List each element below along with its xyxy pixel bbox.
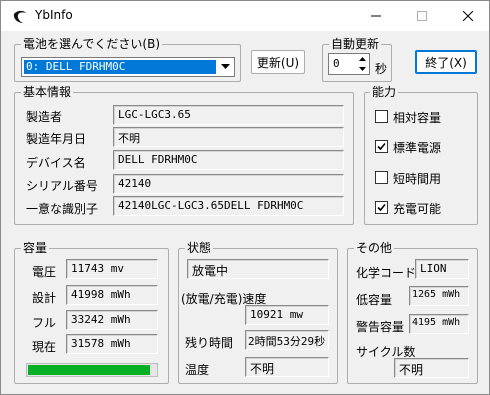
voltage-value: 11743 mv <box>66 259 158 279</box>
rechargeable-label[interactable]: 充電可能 <box>393 200 441 217</box>
device-name-value: DELL FDRHM0C <box>113 150 344 170</box>
app-logo-icon <box>13 10 26 23</box>
remaining-time-label: 残り時間 <box>185 336 234 350</box>
design-capacity-label: 設計 <box>32 291 57 305</box>
low-capacity-label: 低容量 <box>356 293 393 307</box>
unique-id-label: 一意な識別子 <box>26 202 99 216</box>
relative-capacity-label[interactable]: 相対容量 <box>393 109 441 126</box>
maximize-button[interactable] <box>399 1 445 31</box>
temperature-value: 不明 <box>245 357 329 377</box>
current-capacity-label: 現在 <box>32 340 57 354</box>
unique-id-value: 42140LGC-LGC3.65DELL FDRHM0C <box>113 196 344 216</box>
full-capacity-value: 33242 mWh <box>66 310 158 330</box>
rate-value: 10921 mw <box>245 305 329 325</box>
chemistry-value: LION <box>415 259 469 279</box>
low-capacity-value: 1265 mWh <box>409 286 469 306</box>
charge-progress-fill <box>28 365 150 375</box>
update-button[interactable]: 更新(U) <box>251 50 305 74</box>
current-capacity-value: 31578 mWh <box>66 334 158 354</box>
short-term-checkbox[interactable] <box>375 171 388 184</box>
state-title: 状態 <box>185 241 214 255</box>
maximize-icon <box>417 11 427 21</box>
spin-up-icon[interactable] <box>355 54 369 64</box>
standard-power-label[interactable]: 標準電源 <box>393 139 441 156</box>
voltage-label: 電圧 <box>32 265 57 279</box>
battery-combobox[interactable]: 0: DELL FDRHM0C <box>21 57 235 77</box>
battery-select-label: 電池を選んでください(B) <box>21 37 162 51</box>
spin-down-icon[interactable] <box>355 64 369 74</box>
charge-progress-bar <box>26 363 158 377</box>
manufacture-date-value: 不明 <box>113 127 344 147</box>
remaining-time-value: 2時間53分29秒 <box>245 330 329 350</box>
serial-number-label: シリアル番号 <box>26 179 98 193</box>
exit-button[interactable]: 終了(X) <box>415 50 477 74</box>
serial-number-value: 42140 <box>113 174 344 194</box>
other-title: その他 <box>354 241 395 255</box>
auto-update-value[interactable]: 0 <box>333 57 340 70</box>
battery-combobox-value: 0: DELL FDRHM0C <box>24 60 216 74</box>
checkmark-icon <box>377 142 386 151</box>
relative-capacity-checkbox[interactable] <box>375 110 388 123</box>
basic-info-title: 基本情報 <box>21 85 74 99</box>
manufacturer-value: LGC-LGC3.65 <box>113 105 344 125</box>
standard-power-checkbox[interactable] <box>375 140 388 153</box>
chemistry-label: 化学コード <box>356 266 417 280</box>
app-window: YbInfo 電池を選んでください(B) 0: DELL FDRHM0C 更新(… <box>0 0 490 395</box>
design-capacity-value: 41998 mWh <box>66 285 158 305</box>
auto-update-spinner[interactable]: 0 <box>328 53 370 75</box>
close-icon <box>463 11 473 21</box>
auto-update-label: 自動更新 <box>329 37 382 51</box>
checkmark-icon <box>377 203 386 212</box>
auto-update-unit: 秒 <box>375 62 388 76</box>
minimize-icon <box>371 15 381 17</box>
cycle-count-value: 不明 <box>394 358 469 378</box>
capabilities-title: 能力 <box>370 85 399 99</box>
capacity-title: 容量 <box>21 241 50 255</box>
manufacture-date-label: 製造年月日 <box>26 132 87 146</box>
warning-capacity-value: 4195 mWh <box>409 314 469 334</box>
window-title: YbInfo <box>35 8 73 22</box>
status-value: 放電中 <box>187 259 329 279</box>
temperature-label: 温度 <box>185 363 210 377</box>
full-capacity-label: フル <box>32 316 57 330</box>
short-term-label[interactable]: 短時間用 <box>393 170 441 187</box>
close-button[interactable] <box>445 1 490 31</box>
chevron-down-icon[interactable] <box>217 59 233 75</box>
title-bar: YbInfo <box>1 1 489 31</box>
warning-capacity-label: 警告容量 <box>356 320 405 334</box>
minimize-button[interactable] <box>353 1 399 31</box>
manufacturer-label: 製造者 <box>26 110 63 124</box>
device-name-label: デバイス名 <box>26 156 86 170</box>
rechargeable-checkbox[interactable] <box>375 201 388 214</box>
